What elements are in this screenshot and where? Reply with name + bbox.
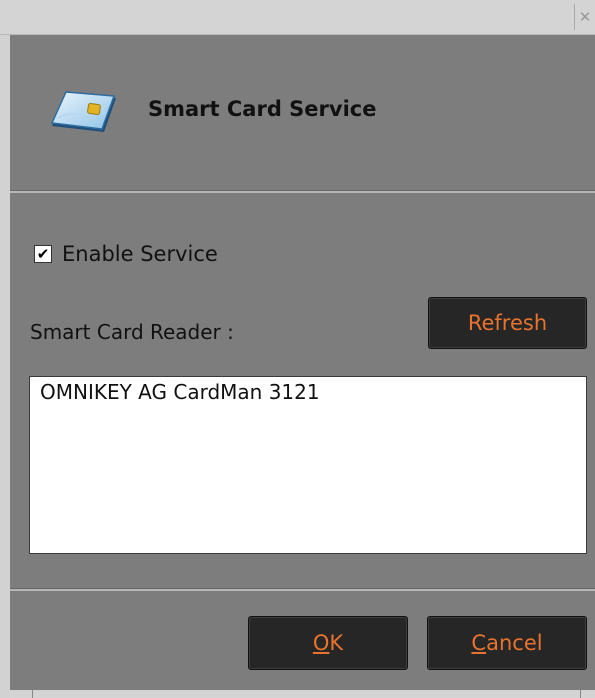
cancel-label-rest: ancel (486, 631, 543, 655)
bottom-frame (10, 690, 595, 698)
header-divider-highlight (10, 191, 595, 193)
reader-list[interactable]: OMNIKEY AG CardMan 3121 (29, 376, 587, 554)
close-icon[interactable]: ✕ (574, 4, 595, 30)
frame-tick (32, 690, 33, 698)
smart-card-icon (50, 91, 116, 132)
enable-service-checkbox[interactable]: ✔ (34, 245, 52, 263)
frame-tick (580, 690, 581, 698)
cancel-button[interactable]: Cancel (427, 616, 587, 670)
dialog-header: Smart Card Service (10, 35, 595, 190)
dialog-title: Smart Card Service (148, 97, 377, 121)
footer-divider-highlight (10, 589, 595, 591)
window-titlebar: ✕ (0, 0, 595, 35)
ok-button[interactable]: OK (248, 616, 408, 670)
ok-mnemonic: O (312, 631, 330, 655)
ok-label-rest: K (329, 631, 344, 655)
smart-card-dialog: Smart Card Service ✔ Enable Service Smar… (10, 35, 595, 690)
refresh-button[interactable]: Refresh (428, 297, 587, 349)
cancel-mnemonic: C (471, 631, 487, 655)
enable-service-label[interactable]: Enable Service (62, 242, 218, 266)
smart-card-reader-label: Smart Card Reader : (30, 320, 234, 344)
list-item[interactable]: OMNIKEY AG CardMan 3121 (30, 377, 586, 404)
enable-service-row[interactable]: ✔ Enable Service (34, 242, 218, 266)
